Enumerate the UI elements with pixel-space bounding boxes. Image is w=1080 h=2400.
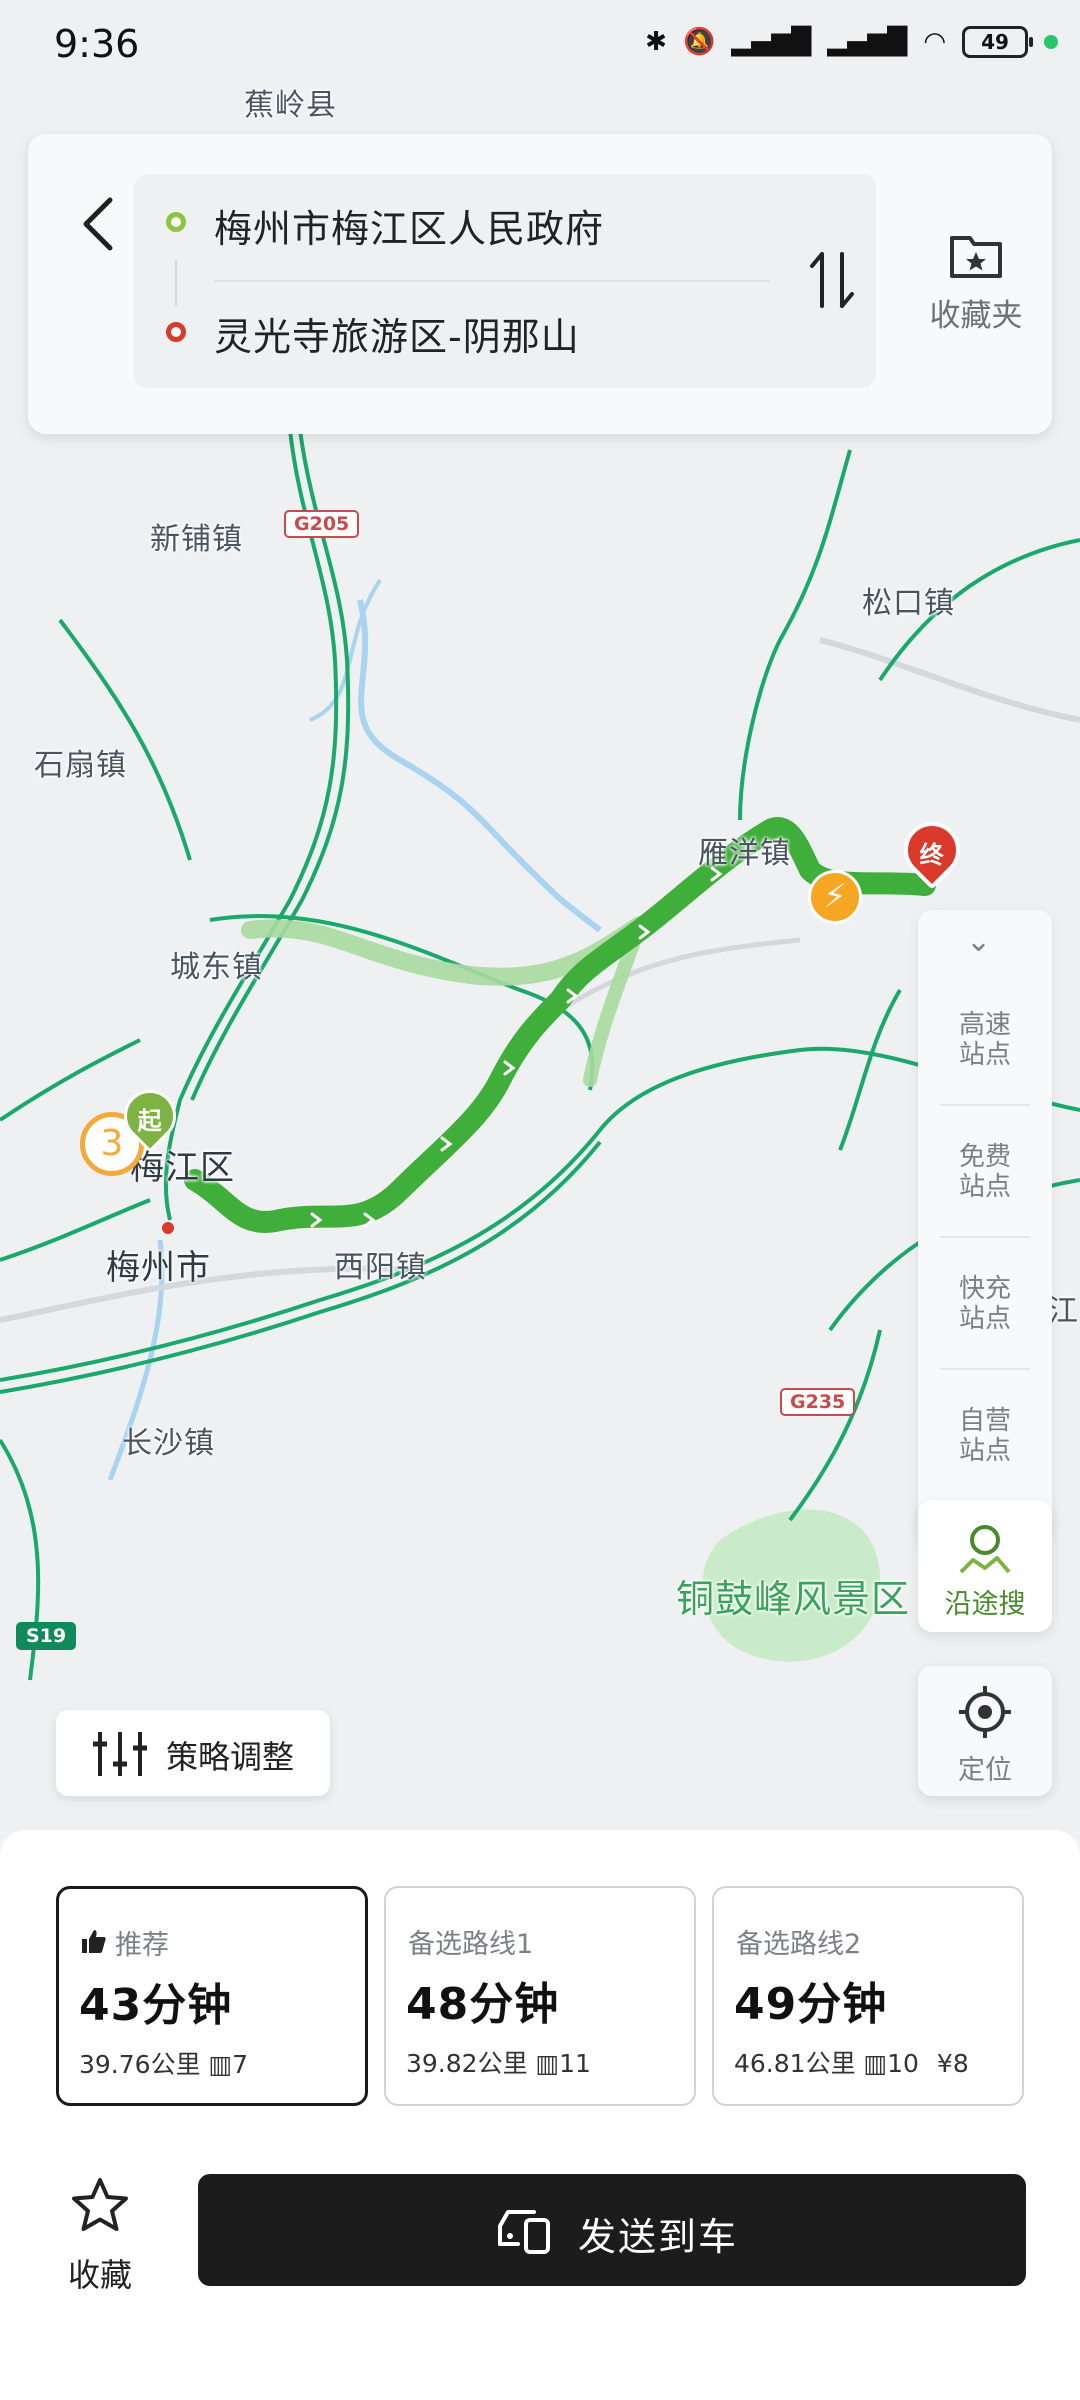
route-duration: 48分钟 [406, 1979, 560, 2030]
place-chengdong: 城东镇 [170, 950, 263, 985]
side-divider [940, 1104, 1030, 1106]
strategy-adjust-label: 策略调整 [166, 1738, 295, 1776]
place-xiyang: 西阳镇 [334, 1250, 427, 1285]
place-songkou: 松口镇 [862, 586, 955, 621]
send-to-car-button[interactable]: 发送到车 [198, 2174, 1026, 2286]
along-route-search-button[interactable]: 沿途搜 [918, 1500, 1052, 1632]
route-distance: 39.76公里 [79, 2050, 201, 2079]
privacy-indicator-icon [1044, 35, 1058, 49]
route-meta: 46.81公里 ▥10 ¥8 [734, 2044, 969, 2080]
send-to-car-label: 发送到车 [578, 2215, 739, 2259]
thumbs-up-icon [82, 1930, 106, 1953]
star-icon [72, 2178, 128, 2231]
route-tag: 推荐 [115, 1930, 169, 1961]
traffic-light-icon: ▥ [208, 2050, 233, 2079]
favorite-label: 收藏 [67, 2256, 132, 2294]
wifi-icon: ◠ [923, 27, 946, 57]
place-shishan: 石扇镇 [34, 748, 127, 783]
endpoints-box: 梅州市梅江区人民政府 灵光寺旅游区-阴那山 [134, 174, 876, 388]
route-options-sheet: 推荐 43分钟 39.76公里 ▥7 备选路线1 48分钟 39.82公里 ▥1… [0, 1830, 1080, 2400]
place-right-edge: 江 [1048, 1294, 1079, 1329]
route-meta: 39.76公里 ▥7 [79, 2045, 248, 2081]
swap-endpoints-button[interactable] [802, 240, 862, 320]
end-marker-label: 终 [919, 840, 944, 869]
destination-dot-icon [166, 322, 186, 342]
charging-station-marker[interactable]: ⚡ [808, 870, 862, 924]
favorites-folder-button[interactable]: 收藏夹 [906, 222, 1046, 372]
road-shield-g235: G235 [780, 1388, 856, 1416]
car-phone-icon [498, 2210, 550, 2254]
traffic-light-icon: ▥ [863, 2049, 888, 2078]
route-duration: 49分钟 [734, 1979, 888, 2030]
locate-icon [959, 1686, 1011, 1738]
status-bar: 9:36 ✱ 🔕 ▂▄▆█ ▂▄▆█ ◠ 49 [0, 0, 1080, 96]
locate-button[interactable]: 定位 [918, 1666, 1052, 1796]
place-meizhou: 梅州市 [106, 1248, 211, 1288]
favorite-button[interactable]: 收藏 [50, 2174, 150, 2294]
route-distance: 46.81公里 [734, 2049, 856, 2078]
back-arrow-icon [83, 197, 113, 251]
traffic-light-count: 11 [559, 2049, 591, 2078]
road-shield-s19: S19 [16, 1622, 77, 1650]
route-option-alt-2[interactable]: 备选路线2 49分钟 46.81公里 ▥10 ¥8 [712, 1886, 1024, 2106]
filter-highway-stations[interactable]: 高速 站点 [918, 1010, 1052, 1074]
route-option-recommended[interactable]: 推荐 43分钟 39.76公里 ▥7 [56, 1886, 368, 2106]
toll-amount: ¥8 [936, 2049, 969, 2078]
mute-icon: 🔕 [682, 27, 716, 57]
traffic-light-count: 10 [887, 2049, 919, 2078]
origin-field[interactable]: 梅州市梅江区人民政府 [214, 198, 604, 253]
endpoint-divider [214, 280, 770, 282]
route-tag: 备选路线2 [736, 1929, 862, 1960]
strategy-adjust-button[interactable]: 策略调整 [56, 1710, 330, 1796]
place-xinpu: 新铺镇 [150, 522, 243, 557]
origin-dot-icon [166, 212, 186, 232]
place-yanyang: 雁洋镇 [698, 836, 791, 871]
filter-fast-charge-stations[interactable]: 快充 站点 [918, 1274, 1052, 1334]
locate-label: 定位 [958, 1755, 1012, 1786]
signal-icon: ▂▄▆█ [731, 27, 812, 57]
side-divider [940, 1368, 1030, 1370]
route-tag: 备选路线1 [408, 1929, 534, 1960]
along-search-icon [959, 1525, 1011, 1574]
collapse-chevron-icon[interactable]: ⌄ [966, 924, 991, 959]
status-time: 9:36 [54, 22, 140, 66]
start-marker-label: 起 [137, 1106, 162, 1135]
status-icons: ✱ 🔕 ▂▄▆█ ▂▄▆█ ◠ 49 [645, 26, 1058, 58]
folder-star-icon [950, 236, 1002, 278]
route-meta: 39.82公里 ▥11 [406, 2044, 591, 2080]
destination-field[interactable]: 灵光寺旅游区-阴那山 [214, 306, 580, 361]
lightning-icon: ⚡ [823, 877, 847, 915]
station-filter-panel: ⌄ 高速 站点 免费 站点 快充 站点 自营 站点 [918, 910, 1052, 1540]
side-divider [940, 1236, 1030, 1238]
cluster-count: 3 [100, 1123, 124, 1164]
signal-icon-2: ▂▄▆█ [827, 27, 908, 57]
route-distance: 39.82公里 [406, 2049, 528, 2078]
sliders-icon [93, 1732, 147, 1776]
route-duration: 43分钟 [79, 1980, 233, 2031]
favorites-folder-label: 收藏夹 [929, 298, 1023, 334]
battery-icon: 49 [962, 26, 1033, 58]
filter-free-stations[interactable]: 免费 站点 [918, 1142, 1052, 1202]
bluetooth-icon: ✱ [645, 27, 667, 57]
along-search-label: 沿途搜 [944, 1589, 1026, 1620]
route-option-alt-1[interactable]: 备选路线1 48分钟 39.82公里 ▥11 [384, 1886, 696, 2106]
place-changsha: 长沙镇 [122, 1426, 215, 1461]
back-button[interactable] [70, 184, 130, 264]
filter-self-operated-stations[interactable]: 自营 站点 [918, 1406, 1052, 1466]
route-input-card: 梅州市梅江区人民政府 灵光寺旅游区-阴那山 收藏夹 [28, 134, 1052, 434]
road-shield-g205: G205 [284, 510, 360, 538]
place-tonggufeng: 铜鼓峰风景区 [676, 1577, 911, 1621]
endpoint-connector [175, 260, 177, 306]
swap-icon [810, 252, 854, 308]
traffic-light-count: 7 [232, 2050, 249, 2079]
traffic-light-icon: ▥ [535, 2049, 560, 2078]
